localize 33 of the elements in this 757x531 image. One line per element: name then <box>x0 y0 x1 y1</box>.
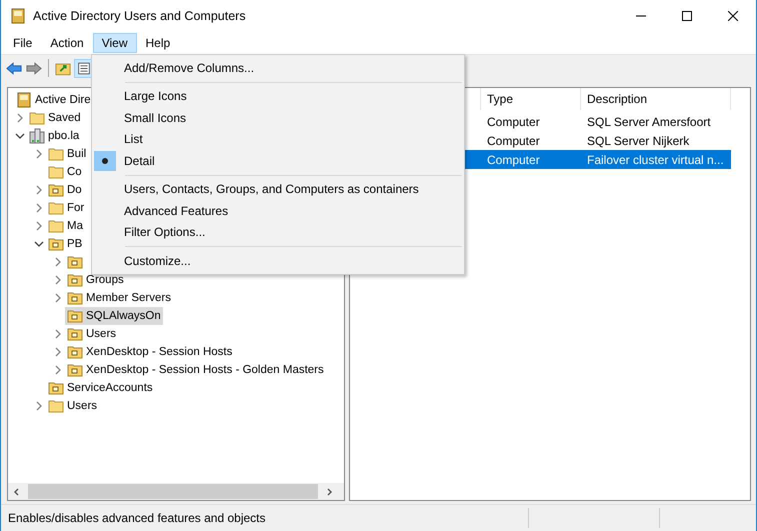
menu-item[interactable]: File <box>4 33 42 53</box>
tree-item[interactable]: Ma <box>46 217 85 235</box>
tree-item[interactable]: Co <box>46 163 84 181</box>
window-title: Active Directory Users and Computers <box>33 9 246 23</box>
tree-item[interactable]: Users <box>46 397 100 415</box>
tree-item[interactable]: Buil <box>46 145 88 163</box>
tree-item[interactable]: Groups <box>65 271 126 289</box>
menu-option[interactable]: List <box>92 128 464 150</box>
menu-option[interactable]: Small Icons <box>92 107 464 128</box>
column-header[interactable]: Description <box>581 88 731 110</box>
tree-item[interactable]: Do <box>46 181 84 199</box>
tree-item[interactable]: PB <box>46 235 84 253</box>
tree-item[interactable]: Member Servers <box>65 289 173 307</box>
menu-option[interactable]: Advanced Features <box>92 200 464 222</box>
menu-option[interactable]: Filter Options... <box>92 222 464 243</box>
tree-item[interactable]: Users <box>65 325 118 343</box>
menu-option[interactable]: Users, Contacts, Groups, and Computers as containers <box>92 178 464 200</box>
menu-option[interactable]: Add/Remove Columns... <box>92 57 464 78</box>
menu-item[interactable]: View <box>92 33 136 53</box>
tree-item[interactable]: ServiceAccounts <box>46 379 155 397</box>
tree-item[interactable]: XenDesktop - Session Hosts - Golden Masters <box>65 361 326 379</box>
tree-item[interactable]: For <box>46 199 86 217</box>
tree-item[interactable]: XenDesktop - Session Hosts <box>65 343 234 361</box>
menu-item[interactable]: Help <box>136 33 180 53</box>
tree-item[interactable]: SQLAlwaysOn <box>65 307 163 325</box>
menu-option[interactable]: Large Icons <box>92 86 464 107</box>
tree-item[interactable]: Saved <box>27 109 83 127</box>
status-text: Enables/disables advanced features and objects <box>7 511 267 525</box>
menu-item[interactable]: Action <box>41 33 93 53</box>
tree-item[interactable]: Active Dire <box>14 91 93 109</box>
tree-item[interactable]: pbo.la <box>27 127 82 145</box>
menu-option[interactable]: Customize... <box>92 250 464 272</box>
column-header[interactable]: Type <box>481 88 581 110</box>
